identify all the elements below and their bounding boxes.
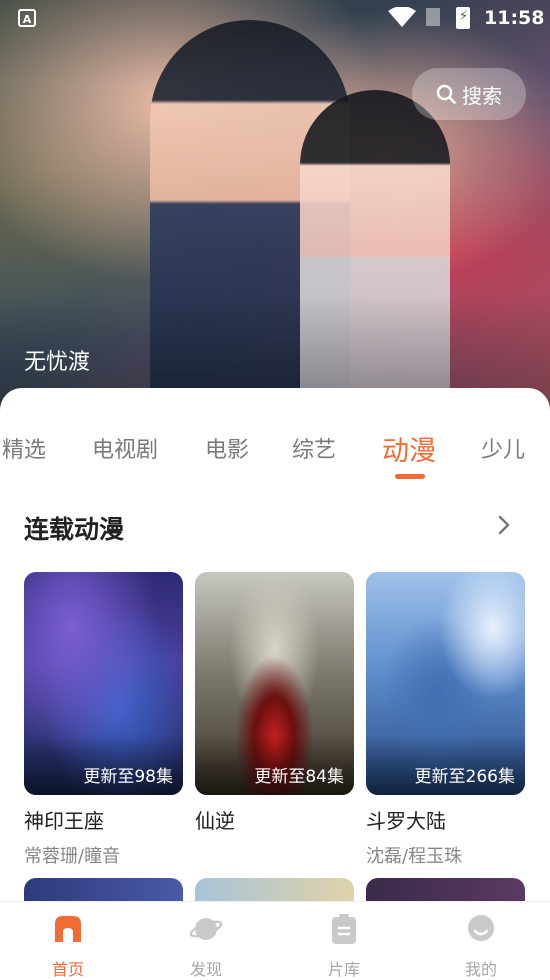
bottom-navigation: 首页 发现 片库 我的 (0, 901, 550, 980)
home-icon (55, 916, 81, 942)
anime-card[interactable]: 更新至266集 斗罗大陆 沈磊/程玉珠 (366, 572, 525, 868)
nav-discover[interactable]: 发现 (166, 912, 246, 980)
tab-variety[interactable]: 综艺 (292, 432, 336, 464)
status-bar: A ⚡ 11:58 (0, 0, 550, 38)
search-label: 搜索 (462, 83, 502, 108)
content-sheet: 精选 电视剧 电影 综艺 动漫 少儿 连载动漫 更新至98集 神印王座 常蓉珊/… (0, 388, 550, 979)
library-icon (332, 914, 356, 944)
episode-update-badge: 更新至84集 (254, 767, 344, 787)
voice-cast: 常蓉珊/瞳音 (24, 846, 121, 867)
profile-icon (468, 915, 494, 941)
voice-cast: 沈磊/程玉珠 (366, 846, 463, 867)
tab-anime[interactable]: 动漫 (382, 429, 436, 468)
chevron-right-icon[interactable] (494, 513, 514, 537)
nav-profile[interactable]: 我的 (441, 912, 521, 980)
anime-card[interactable]: 更新至98集 神印王座 常蓉珊/瞳音 (24, 572, 183, 868)
nav-home[interactable]: 首页 (28, 912, 108, 980)
tab-featured[interactable]: 精选 (2, 432, 46, 464)
app-notification-icon: A (18, 9, 36, 27)
poster-image[interactable]: 更新至266集 (366, 572, 525, 795)
episode-update-badge: 更新至266集 (414, 767, 515, 787)
anime-title[interactable]: 神印王座 (24, 805, 183, 834)
anime-card[interactable]: 更新至84集 仙逆 (195, 572, 354, 842)
planet-icon (189, 918, 223, 940)
hero-title: 无忧渡 (24, 350, 91, 375)
tab-movies[interactable]: 电影 (205, 432, 249, 464)
category-tabs: 精选 电视剧 电影 综艺 动漫 少儿 (0, 388, 550, 479)
search-icon (436, 84, 456, 104)
hero-banner[interactable]: 无忧渡 (0, 0, 550, 420)
sim-icon (426, 8, 440, 26)
section-title: 连载动漫 (24, 515, 125, 544)
tab-kids[interactable]: 少儿 (481, 432, 525, 464)
wifi-icon (388, 7, 416, 27)
episode-update-badge: 更新至98集 (83, 767, 173, 787)
anime-title[interactable]: 斗罗大陆 (366, 805, 525, 834)
search-button[interactable]: 搜索 (412, 68, 526, 120)
poster-image[interactable]: 更新至84集 (195, 572, 354, 795)
tab-tv-series[interactable]: 电视剧 (92, 432, 158, 464)
status-time: 11:58 (484, 7, 545, 29)
nav-library[interactable]: 片库 (304, 912, 384, 980)
poster-image[interactable]: 更新至98集 (24, 572, 183, 795)
active-tab-indicator (395, 474, 425, 479)
battery-icon: ⚡ (456, 7, 470, 29)
anime-title[interactable]: 仙逆 (195, 805, 354, 834)
